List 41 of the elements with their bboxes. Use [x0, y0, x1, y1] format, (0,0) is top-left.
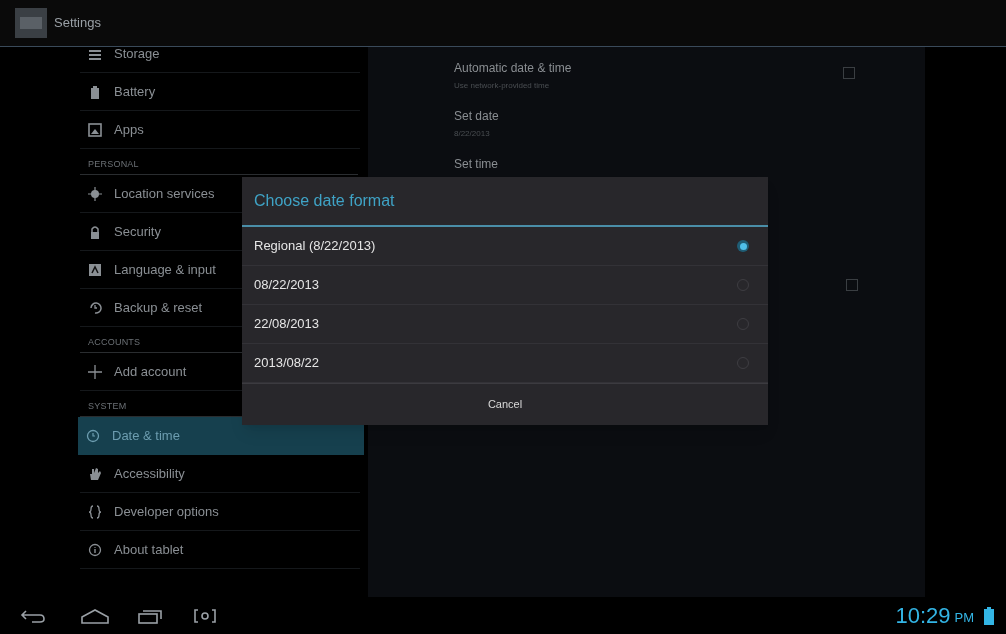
cancel-button[interactable]: Cancel [242, 384, 768, 425]
section-header: PERSONAL [88, 157, 139, 171]
location-icon [88, 186, 102, 201]
app-title: Settings [54, 14, 101, 33]
sidebar-item[interactable]: Date & time [78, 417, 364, 455]
checkbox[interactable] [846, 279, 858, 291]
setting-title: Set date [454, 108, 500, 125]
sidebar-item[interactable]: Battery [80, 73, 360, 111]
setting-title: Automatic date & time [454, 60, 573, 77]
braces-icon [88, 504, 102, 519]
restore-icon [88, 300, 102, 315]
sidebar-item[interactable]: Developer options [80, 493, 360, 531]
date-format-option[interactable]: 08/22/2013 [242, 266, 768, 305]
screenshot-icon[interactable] [193, 608, 217, 623]
date-format-option[interactable]: 22/08/2013 [242, 305, 768, 344]
checkbox[interactable] [843, 67, 855, 79]
lock-icon [88, 224, 102, 239]
clock-time: 10:29 [895, 602, 951, 630]
recent-apps-icon[interactable] [137, 607, 163, 624]
settings-app-icon [15, 8, 47, 38]
date-format-option[interactable]: Regional (8/22/2013) [242, 227, 768, 266]
date-format-option[interactable]: 2013/08/22 [242, 344, 768, 383]
sidebar-item[interactable]: Apps [80, 111, 360, 149]
home-icon[interactable] [80, 607, 110, 624]
section-header: ACCOUNTS [88, 335, 141, 349]
info-icon [88, 542, 102, 557]
battery-icon [984, 606, 994, 625]
clock-icon [86, 429, 100, 443]
sidebar-item[interactable]: About tablet [80, 531, 360, 569]
sidebar-item[interactable]: Accessibility [80, 455, 360, 493]
keyboard-key-icon [88, 262, 102, 277]
clock-period: PM [954, 609, 974, 628]
sidebar-item[interactable]: Storage [80, 35, 360, 73]
setting-title: Set time [454, 156, 499, 173]
section-header: SYSTEM [88, 399, 127, 413]
battery-icon [88, 84, 102, 99]
picture-frame-icon [88, 122, 102, 137]
hand-icon [88, 466, 102, 481]
back-icon[interactable] [20, 607, 46, 624]
radio-button[interactable] [737, 240, 749, 252]
plus-icon [88, 364, 102, 379]
